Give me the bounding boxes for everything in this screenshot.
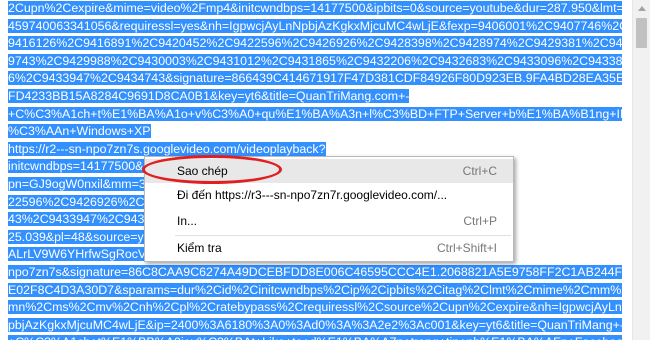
- menu-item-copy-shortcut: Ctrl+C: [462, 164, 497, 178]
- selected-text: 2Cupn%2Cexpire&mime=video%2Fmp4&initcwnd…: [8, 1, 622, 15]
- selected-text: 9416126%2C9416891%2C9420452%2C9422596%2C…: [8, 36, 622, 51]
- selected-text: %C3%AAn+Windows+XP: [8, 124, 151, 139]
- text-line: pbjAzKgkxMjcuMC4wLjE&ip=2400%3A6180%3A0%…: [8, 317, 622, 335]
- selected-text: pn=GJ9ogW0nxil&mm=31&: [8, 176, 161, 191]
- scroll-thumb[interactable]: [636, 18, 647, 48]
- text-line: 9416126%2C9416891%2C9420452%2C9422596%2C…: [8, 35, 622, 53]
- text-line: %C3%AAn+Windows+XP: [8, 123, 622, 141]
- selected-text: 25.039&pl=48&source=you: [8, 229, 158, 244]
- selected-text: +C%C3%A1ch+t%E1%BB%A0i+v%C3%BAt+Like+to+…: [8, 335, 622, 340]
- selected-text: 459740063341056&requiressl=yes&nh=Igpwcj…: [8, 18, 622, 33]
- selected-text: E02F8C4D3A30D7&sparams=dur%2Cid%2Cinitcw…: [8, 282, 622, 297]
- selected-text: initcwndbps=14177500&exp: [8, 159, 164, 174]
- selected-text: npo7zn7s&signature=86C8CAA9C6274A49DCEBF…: [8, 264, 622, 279]
- menu-item-goto-label: Đi đến https://r3---sn-npo7zn7r.googlevi…: [177, 188, 448, 202]
- menu-item-print-shortcut: Ctrl+P: [463, 214, 497, 228]
- menu-item-inspect[interactable]: Kiểm tra Ctrl+Shift+I: [145, 236, 513, 260]
- text-line: 6%2C9433947%2C9434743&signature=866439C4…: [8, 70, 622, 88]
- text-line: mn%2Cms%2Cmv%2Cnh%2Cpl%2Cratebypass%2Cre…: [8, 299, 622, 317]
- text-line: 2Cupn%2Cexpire&mime=video%2Fmp4&initcwnd…: [8, 0, 622, 18]
- selected-text: https://r2---sn-npo7zn7s.googlevideo.com…: [8, 141, 326, 156]
- text-line: +C%C3%A1ch+t%E1%BA%A1o+v%C3%A0+qu%E1%BA%…: [8, 106, 622, 124]
- text-line: FD4233BB15A8284C9691D8CA0B1&key=yt6&titl…: [8, 88, 622, 106]
- text-line: E02F8C4D3A30D7&sparams=dur%2Cid%2Cinitcw…: [8, 282, 622, 300]
- text-line: 459740063341056&requiressl=yes&nh=Igpwcj…: [8, 18, 622, 36]
- text-line: npo7zn7s&signature=86C8CAA9C6274A49DCEBF…: [8, 264, 622, 282]
- selected-text: 43%2C9433947%2C943395: [8, 212, 166, 227]
- scroll-up-arrow-icon[interactable]: [633, 0, 650, 17]
- menu-item-inspect-label: Kiểm tra: [177, 241, 222, 255]
- selected-text: +C%C3%A1ch+t%E1%BA%A1o+v%C3%A0+qu%E1%BA%…: [8, 106, 622, 121]
- selected-text: mn%2Cms%2Cmv%2Cnh%2Cpl%2Cratebypass%2Cre…: [8, 300, 622, 315]
- selected-text: 6%2C9433947%2C9434743&signature=866439C4…: [8, 71, 622, 86]
- selected-text: 22596%2C9426926%2C942: [8, 194, 166, 209]
- menu-item-print-label: In...: [177, 214, 198, 228]
- menu-item-print[interactable]: In... Ctrl+P: [145, 209, 513, 233]
- text-line: 9743%2C9429988%2C9430003%2C9431012%2C943…: [8, 53, 622, 71]
- menu-item-inspect-shortcut: Ctrl+Shift+I: [436, 241, 497, 255]
- highlight-ellipse: [142, 155, 282, 184]
- selected-text: pbjAzKgkxMjcuMC4wLjE&ip=2400%3A6180%3A0%…: [8, 317, 622, 332]
- selected-text: 9743%2C9429988%2C9430003%2C9431012%2C943…: [8, 53, 622, 68]
- menu-item-goto-link[interactable]: Đi đến https://r3---sn-npo7zn7r.googlevi…: [145, 183, 513, 207]
- text-line: +C%C3%A1ch+t%E1%BB%A0i+v%C3%BAt+Like+to+…: [8, 334, 622, 340]
- vertical-scrollbar[interactable]: [632, 0, 650, 340]
- selected-text: ALrLV9W6YHrfwSgRocVOG: [8, 247, 166, 262]
- selected-text: FD4233BB15A8284C9691D8CA0B1&key=yt6&titl…: [8, 88, 410, 103]
